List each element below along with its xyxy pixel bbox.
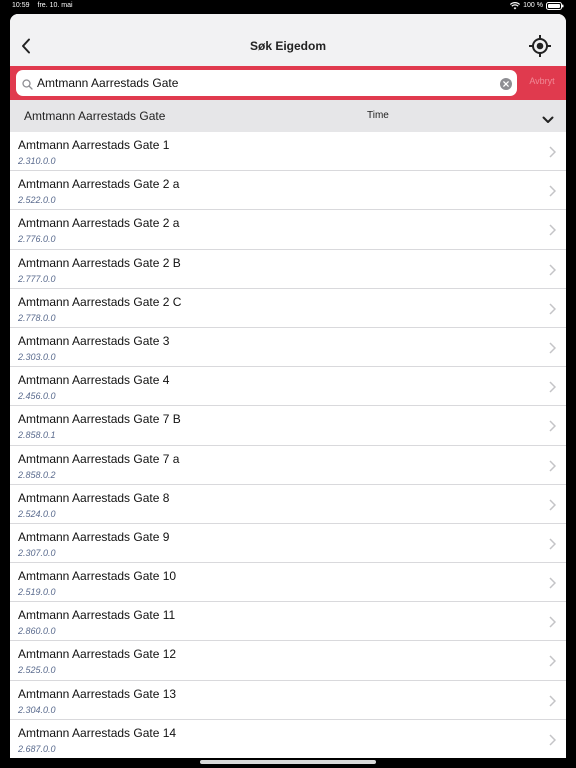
table-row[interactable]: Amtmann Aarrestads Gate 9 2.307.0.0 bbox=[10, 523, 566, 564]
chevron-right-icon bbox=[549, 654, 557, 672]
row-title: Amtmann Aarrestads Gate 2 B bbox=[18, 255, 181, 270]
chevron-right-icon bbox=[549, 263, 557, 281]
table-row[interactable]: Amtmann Aarrestads Gate 8 2.524.0.0 bbox=[10, 484, 566, 524]
wifi-icon bbox=[510, 2, 521, 10]
row-subtitle: 2.525.0.0 bbox=[18, 665, 56, 676]
status-date: fre. 10. mai bbox=[37, 2, 73, 9]
group-time-label: Time bbox=[367, 110, 389, 121]
row-title: Amtmann Aarrestads Gate 4 bbox=[18, 373, 170, 388]
chevron-right-icon bbox=[549, 184, 557, 202]
table-row[interactable]: Amtmann Aarrestads Gate 2 a 2.522.0.0 bbox=[10, 171, 566, 211]
status-left: 10:59 fre. 10. mai bbox=[12, 0, 73, 12]
row-subtitle: 2.303.0.0 bbox=[18, 351, 56, 362]
chevron-right-icon bbox=[549, 537, 557, 555]
table-row[interactable]: Amtmann Aarrestads Gate 2 B 2.777.0.0 bbox=[10, 249, 566, 289]
row-subtitle: 2.858.0.2 bbox=[18, 469, 56, 480]
table-row[interactable]: Amtmann Aarrestads Gate 1 2.310.0.0 bbox=[10, 132, 566, 172]
battery-percent: 100 % bbox=[523, 2, 543, 9]
table-row[interactable]: Amtmann Aarrestads Gate 2 C 2.778.0.0 bbox=[10, 288, 566, 328]
row-subtitle: 2.307.0.0 bbox=[18, 547, 56, 558]
row-subtitle: 2.310.0.0 bbox=[18, 156, 56, 166]
table-row[interactable]: Amtmann Aarrestads Gate 7 a 2.858.0.2 bbox=[10, 445, 566, 485]
row-subtitle: 2.778.0.0 bbox=[18, 312, 56, 323]
chevron-down-icon bbox=[542, 111, 554, 129]
chevron-right-icon bbox=[549, 733, 557, 751]
page-title: Søk Eigedom bbox=[249, 39, 326, 53]
table-row[interactable]: Amtmann Aarrestads Gate 11 2.860.0.0 bbox=[10, 602, 566, 642]
row-subtitle: 2.860.0.0 bbox=[18, 626, 56, 637]
row-subtitle: 2.687.0.0 bbox=[18, 743, 56, 754]
crosshair-icon bbox=[529, 35, 551, 57]
status-bar: 10:59 fre. 10. mai 100 % bbox=[0, 0, 576, 12]
search-bar: Avbryt bbox=[10, 66, 566, 100]
row-title: Amtmann Aarrestads Gate 1 bbox=[18, 138, 170, 152]
row-title: Amtmann Aarrestads Gate 14 bbox=[18, 725, 177, 740]
results-list: Amtmann Aarrestads Gate 1 2.310.0.0 Amtma… bbox=[10, 132, 566, 758]
home-indicator[interactable] bbox=[200, 760, 376, 764]
status-right: 100 % bbox=[510, 0, 564, 12]
row-title: Amtmann Aarrestads Gate 13 bbox=[18, 686, 177, 701]
row-title: Amtmann Aarrestads Gate 2 a bbox=[18, 216, 180, 231]
row-title: Amtmann Aarrestads Gate 8 bbox=[18, 490, 170, 505]
table-row[interactable]: Amtmann Aarrestads Gate 12 2.525.0.0 bbox=[10, 641, 566, 681]
row-title: Amtmann Aarrestads Gate 3 bbox=[18, 333, 170, 348]
table-row[interactable]: Amtmann Aarrestads Gate 14 2.687.0.0 bbox=[10, 719, 566, 758]
status-time: 10:59 bbox=[12, 2, 30, 9]
row-title: Amtmann Aarrestads Gate 7 B bbox=[18, 412, 181, 427]
chevron-right-icon bbox=[549, 145, 557, 163]
row-subtitle: 2.304.0.0 bbox=[18, 704, 56, 715]
row-subtitle: 2.777.0.0 bbox=[18, 273, 56, 284]
battery-icon bbox=[546, 2, 564, 10]
table-row[interactable]: Amtmann Aarrestads Gate 3 2.303.0.0 bbox=[10, 327, 566, 368]
chevron-right-icon bbox=[549, 302, 557, 320]
chevron-right-icon bbox=[549, 615, 557, 633]
group-header[interactable]: Amtmann Aarrestads Gate Time bbox=[10, 100, 566, 132]
locate-button[interactable] bbox=[528, 34, 552, 58]
chevron-right-icon bbox=[549, 459, 557, 477]
row-title: Amtmann Aarrestads Gate 12 bbox=[18, 647, 177, 662]
row-title: Amtmann Aarrestads Gate 11 bbox=[18, 608, 176, 623]
search-icon bbox=[22, 77, 33, 95]
cancel-button[interactable]: Avbryt bbox=[522, 76, 562, 86]
row-subtitle: 2.519.0.0 bbox=[18, 587, 56, 598]
chevron-right-icon bbox=[549, 223, 557, 241]
chevron-right-icon bbox=[549, 419, 557, 437]
row-subtitle: 2.524.0.0 bbox=[18, 508, 56, 519]
clear-icon bbox=[500, 78, 512, 90]
row-title: Amtmann Aarrestads Gate 2 C bbox=[18, 294, 182, 309]
clear-search-button[interactable] bbox=[500, 77, 512, 90]
chevron-right-icon bbox=[549, 380, 557, 398]
chevron-right-icon bbox=[549, 694, 557, 712]
search-input[interactable] bbox=[37, 73, 497, 93]
row-title: Amtmann Aarrestads Gate 10 bbox=[18, 569, 177, 584]
modal-sheet: Søk Eigedom Avbryt Amtmann Aarrestads bbox=[10, 14, 566, 758]
table-row[interactable]: Amtmann Aarrestads Gate 10 2.519.0.0 bbox=[10, 563, 566, 603]
row-title: Amtmann Aarrestads Gate 2 a bbox=[18, 177, 180, 192]
search-field[interactable] bbox=[16, 70, 517, 96]
table-row[interactable]: Amtmann Aarrestads Gate 7 B 2.858.0.1 bbox=[10, 406, 566, 446]
table-row[interactable]: Amtmann Aarrestads Gate 2 a 2.776.0.0 bbox=[10, 210, 566, 250]
chevron-right-icon bbox=[549, 576, 557, 594]
row-subtitle: 2.456.0.0 bbox=[18, 391, 56, 402]
row-title: Amtmann Aarrestads Gate 9 bbox=[18, 529, 170, 544]
row-subtitle: 2.776.0.0 bbox=[18, 234, 56, 245]
table-row[interactable]: Amtmann Aarrestads Gate 13 2.304.0.0 bbox=[10, 680, 566, 720]
table-row[interactable]: Amtmann Aarrestads Gate 4 2.456.0.0 bbox=[10, 367, 566, 407]
navigation-bar: Søk Eigedom bbox=[10, 14, 566, 66]
chevron-right-icon bbox=[549, 498, 557, 516]
chevron-right-icon bbox=[549, 341, 557, 359]
row-subtitle: 2.522.0.0 bbox=[18, 195, 56, 206]
row-title: Amtmann Aarrestads Gate 7 a bbox=[18, 451, 180, 466]
row-subtitle: 2.858.0.1 bbox=[18, 430, 56, 441]
group-title: Amtmann Aarrestads Gate bbox=[24, 109, 166, 123]
